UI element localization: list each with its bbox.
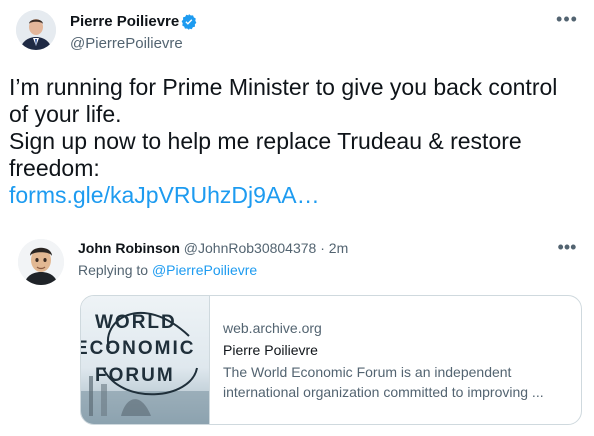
reply-timestamp[interactable]: 2m xyxy=(329,240,348,256)
avatar-image xyxy=(18,239,64,285)
avatar-image xyxy=(16,10,56,50)
tweet-text: I’m running for Prime Minister to give y… xyxy=(9,74,569,209)
author-avatar[interactable] xyxy=(16,10,56,50)
wef-logo-word: FORUM xyxy=(95,365,175,386)
replying-to-mention[interactable]: @PierrePoilievre xyxy=(152,262,257,278)
reply-author-handle[interactable]: @JohnRob30804378 xyxy=(184,240,317,256)
tweet-text-line: Sign up now to help me replace Trudeau &… xyxy=(9,128,522,181)
reply-header: John Robinson @JohnRob30804378 · 2m xyxy=(78,240,348,256)
replying-to: Replying to @PierrePoilievre xyxy=(78,262,257,278)
tweet-link[interactable]: forms.gle/kaJpVRUhzDj9AA… xyxy=(9,182,569,209)
reply-avatar[interactable] xyxy=(18,239,64,285)
reply-separator: · xyxy=(316,240,329,256)
author-handle[interactable]: @PierrePoilievre xyxy=(70,35,183,52)
reply-more-options-icon[interactable]: ••• xyxy=(556,238,578,256)
wef-logo-image: WORLD ECONOMIC FORUM xyxy=(81,296,209,424)
card-thumbnail: WORLD ECONOMIC FORUM xyxy=(81,296,210,424)
card-title: Pierre Poilievre xyxy=(223,342,318,358)
reply-author-name[interactable]: John Robinson xyxy=(78,240,180,256)
verified-badge-icon xyxy=(180,13,198,31)
author-name[interactable]: Pierre Poilievre xyxy=(70,13,179,30)
more-options-icon[interactable]: ••• xyxy=(556,10,578,28)
replying-to-prefix: Replying to xyxy=(78,262,152,278)
card-description: The World Economic Forum is an independe… xyxy=(223,364,544,400)
card-body: web.archive.org Pierre Poilievre The Wor… xyxy=(223,318,573,402)
wef-logo-word: ECONOMIC xyxy=(81,338,196,359)
card-domain: web.archive.org xyxy=(223,320,322,336)
wef-logo-word: WORLD xyxy=(95,312,177,333)
tweet-text-line: I’m running for Prime Minister to give y… xyxy=(9,74,558,127)
link-preview-card[interactable]: WORLD ECONOMIC FORUM web.archive.org Pie… xyxy=(80,295,582,425)
